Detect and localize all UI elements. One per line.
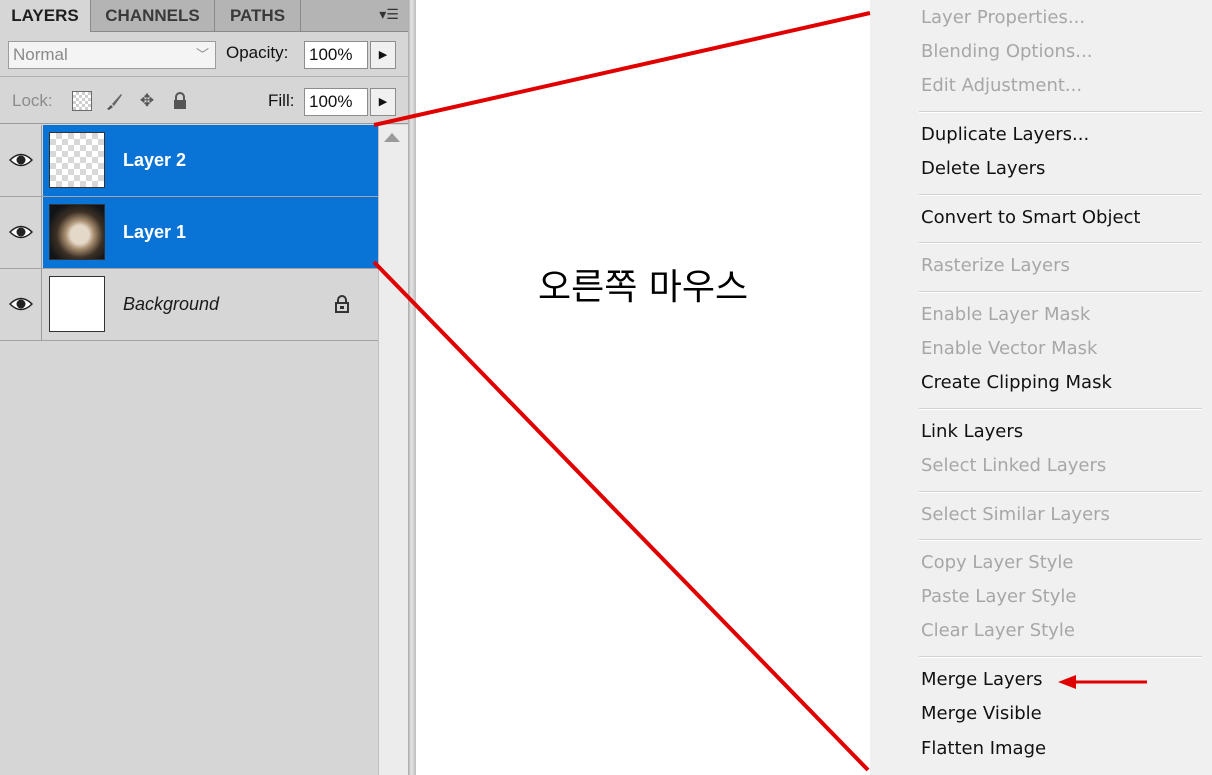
tab-channels[interactable]: CHANNELS (91, 0, 215, 31)
panel-tab-bar: LAYERS CHANNELS PATHS ▾☰ (0, 0, 408, 32)
blend-opacity-row: Normal ﹀ Opacity: 100% ▶ (0, 32, 408, 77)
opacity-label: Opacity: (226, 43, 289, 62)
fill-input[interactable]: 100% (304, 88, 368, 116)
menu-separator (919, 194, 1202, 196)
layer-thumbnail (49, 132, 105, 188)
menu-item-select-linked-layers: Select Linked Layers (921, 455, 1107, 476)
layer-list-scrollbar[interactable] (378, 125, 408, 775)
layer-name: Background (123, 294, 220, 314)
blend-mode-select[interactable]: Normal ﹀ (8, 41, 216, 69)
menu-item-link-layers[interactable]: Link Layers (921, 420, 1023, 444)
lock-all-icon[interactable] (170, 91, 190, 111)
callout-line-top (373, 11, 871, 127)
panel-menu-icon[interactable]: ▾☰ (376, 4, 402, 26)
callout-line-bottom (372, 260, 870, 772)
menu-separator (919, 242, 1202, 244)
blend-mode-value: Normal (13, 45, 68, 64)
menu-item-merge-visible[interactable]: Merge Visible (921, 702, 1042, 726)
menu-item-clear-layer-style: Clear Layer Style (921, 620, 1075, 641)
lock-move-icon[interactable]: ✥ (137, 91, 157, 111)
menu-item-delete-layers[interactable]: Delete Layers (921, 157, 1045, 181)
menu-item-edit-adjustment: Edit Adjustment... (921, 75, 1083, 96)
menu-item-paste-layer-style: Paste Layer Style (921, 586, 1077, 607)
eye-icon (9, 297, 33, 311)
lock-transparent-icon[interactable] (72, 91, 92, 111)
menu-item-convert-to-smart-object[interactable]: Convert to Smart Object (921, 206, 1140, 230)
layer-context-menu: Layer Properties... Blending Options... … (870, 0, 1212, 775)
menu-item-enable-vector-mask: Enable Vector Mask (921, 338, 1098, 359)
eye-icon (9, 225, 33, 239)
chevron-down-icon: ﹀ (195, 47, 209, 62)
menu-separator (919, 111, 1202, 113)
lock-fill-row: Lock: ✥ Fill: 100% ▶ (0, 79, 408, 124)
menu-separator (919, 656, 1202, 658)
visibility-toggle[interactable] (0, 269, 42, 340)
fill-slider-button[interactable]: ▶ (370, 88, 396, 116)
menu-item-blending-options: Blending Options... (921, 41, 1093, 62)
opacity-input[interactable]: 100% (304, 41, 368, 69)
menu-item-create-clipping-mask[interactable]: Create Clipping Mask (921, 371, 1112, 395)
layer-name: Layer 1 (123, 222, 187, 242)
layer-thumbnail (49, 276, 105, 332)
visibility-toggle[interactable] (0, 197, 42, 268)
tab-layers[interactable]: LAYERS (0, 0, 91, 32)
menu-item-rasterize-layers: Rasterize Layers (921, 255, 1070, 276)
menu-item-enable-layer-mask: Enable Layer Mask (921, 304, 1091, 325)
menu-item-duplicate-layers[interactable]: Duplicate Layers... (921, 123, 1089, 147)
panel-divider (408, 0, 416, 775)
lock-label: Lock: (12, 91, 53, 110)
opacity-slider-button[interactable]: ▶ (370, 41, 396, 69)
menu-separator (919, 291, 1202, 293)
scroll-up-arrow-icon[interactable] (384, 133, 400, 142)
layer-row-layer-2[interactable]: Layer 2 (0, 125, 378, 197)
layers-panel: LAYERS CHANNELS PATHS ▾☰ Normal ﹀ Opacit… (0, 0, 408, 775)
fill-label: Fill: (268, 91, 295, 110)
layer-row-background[interactable]: Background (0, 269, 378, 341)
visibility-toggle[interactable] (0, 125, 42, 196)
menu-item-merge-layers[interactable]: Merge Layers (921, 668, 1042, 692)
layer-name: Layer 2 (123, 150, 187, 170)
lock-icon (335, 295, 349, 313)
menu-item-layer-properties: Layer Properties... (921, 7, 1086, 28)
layer-row-layer-1[interactable]: Layer 1 (0, 197, 378, 269)
menu-separator (919, 491, 1202, 493)
lock-brush-icon[interactable] (104, 91, 124, 111)
menu-item-select-similar-layers: Select Similar Layers (921, 504, 1110, 525)
eye-icon (9, 153, 33, 167)
menu-separator (919, 408, 1202, 410)
annotation-right-click-label: 오른쪽 마우스 (538, 267, 749, 308)
menu-separator (919, 539, 1202, 541)
layer-thumbnail (49, 204, 105, 260)
menu-item-flatten-image[interactable]: Flatten Image (921, 737, 1046, 761)
menu-item-copy-layer-style: Copy Layer Style (921, 552, 1074, 573)
tab-paths[interactable]: PATHS (215, 0, 301, 31)
